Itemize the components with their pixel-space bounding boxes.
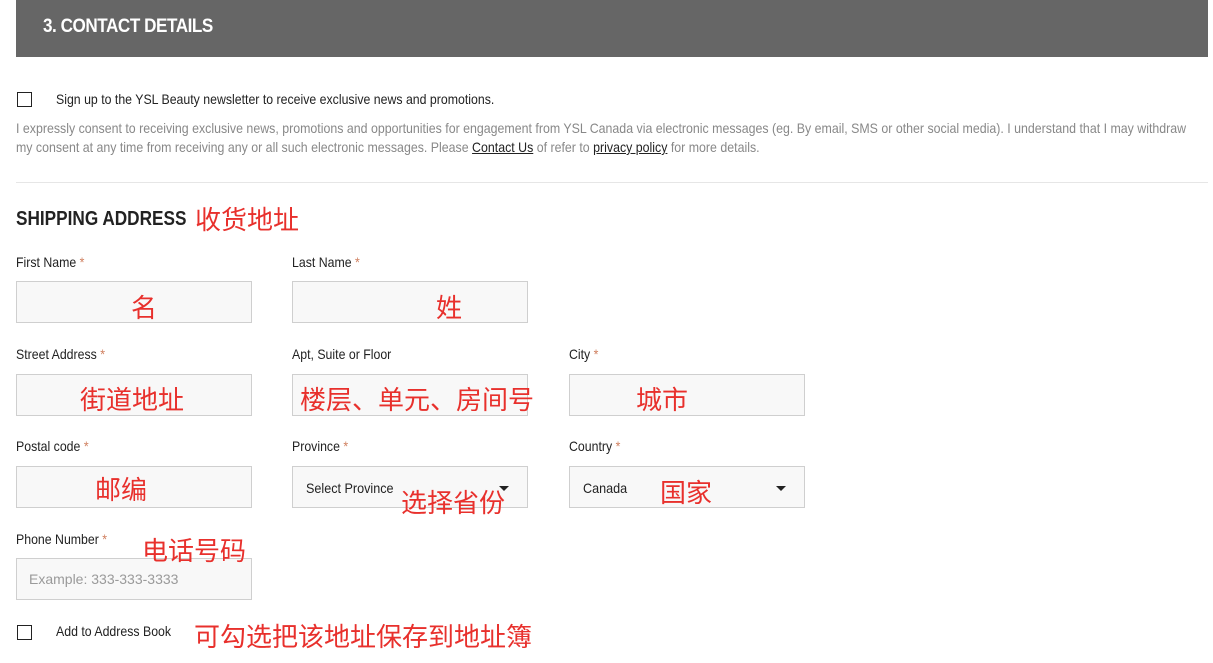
last-name-label: Last Name * <box>292 254 360 270</box>
required-mark: * <box>615 438 621 454</box>
annotation-postal: 邮编 <box>95 476 148 506</box>
postal-code-label: Postal code * <box>16 438 89 454</box>
required-mark: * <box>102 531 108 547</box>
required-mark: * <box>83 438 89 454</box>
address-book-label: Add to Address Book <box>56 623 172 639</box>
consent-text-part: for more details. <box>667 139 760 155</box>
country-label-text: Country <box>569 438 613 454</box>
province-selected-value: Select Province <box>306 480 394 496</box>
consent-text-part: of refer to <box>533 139 594 155</box>
country-selected-value: Canada <box>583 480 628 496</box>
newsletter-label: Sign up to the YSL Beauty newsletter to … <box>56 91 495 107</box>
chevron-down-icon <box>776 486 786 491</box>
address-book-checkbox[interactable] <box>17 625 32 640</box>
street-address-label: Street Address * <box>16 346 105 362</box>
annotation-address-book: 可勾选把该地址保存到地址簿 <box>194 623 533 653</box>
annotation-province: 选择省份 <box>401 489 506 519</box>
postal-code-label-text: Postal code <box>16 438 81 454</box>
first-name-label: First Name * <box>16 254 84 270</box>
annotation-phone: 电话号码 <box>142 537 247 567</box>
required-mark: * <box>355 254 360 270</box>
province-label: Province * <box>292 438 348 454</box>
contact-us-link[interactable]: Contact Us <box>472 139 533 155</box>
annotation-country: 国家 <box>660 479 713 509</box>
annotation-last-name: 姓 <box>436 294 463 324</box>
phone-number-label: Phone Number * <box>16 531 107 547</box>
required-mark: * <box>79 254 85 270</box>
required-mark: * <box>100 346 106 362</box>
privacy-policy-link[interactable]: privacy policy <box>593 139 667 155</box>
annotation-apt: 楼层、单元、房间号 <box>300 386 535 416</box>
required-mark: * <box>343 438 349 454</box>
required-mark: * <box>593 346 599 362</box>
apt-label: Apt, Suite or Floor <box>292 346 392 362</box>
last-name-label-text: Last Name <box>292 254 352 270</box>
province-label-text: Province <box>292 438 340 454</box>
city-label: City * <box>569 346 598 362</box>
last-name-input[interactable] <box>292 281 528 323</box>
newsletter-checkbox[interactable] <box>17 92 32 107</box>
section-header: 3. CONTACT DETAILS <box>16 0 1208 57</box>
section-header-title: 3. CONTACT DETAILS <box>43 16 213 37</box>
annotation-city: 城市 <box>636 386 689 416</box>
divider <box>16 182 1208 183</box>
phone-number-label-text: Phone Number <box>16 531 99 547</box>
shipping-address-title: SHIPPING ADDRESS <box>16 208 187 230</box>
consent-text: I expressly consent to receiving exclusi… <box>16 119 1201 157</box>
country-label: Country * <box>569 438 620 454</box>
annotation-first-name: 名 <box>131 294 158 324</box>
first-name-label-text: First Name <box>16 254 77 270</box>
annotation-shipping-title: 收货地址 <box>195 206 300 236</box>
annotation-street: 街道地址 <box>80 386 185 416</box>
street-address-label-text: Street Address <box>16 346 97 362</box>
city-label-text: City <box>569 346 591 362</box>
